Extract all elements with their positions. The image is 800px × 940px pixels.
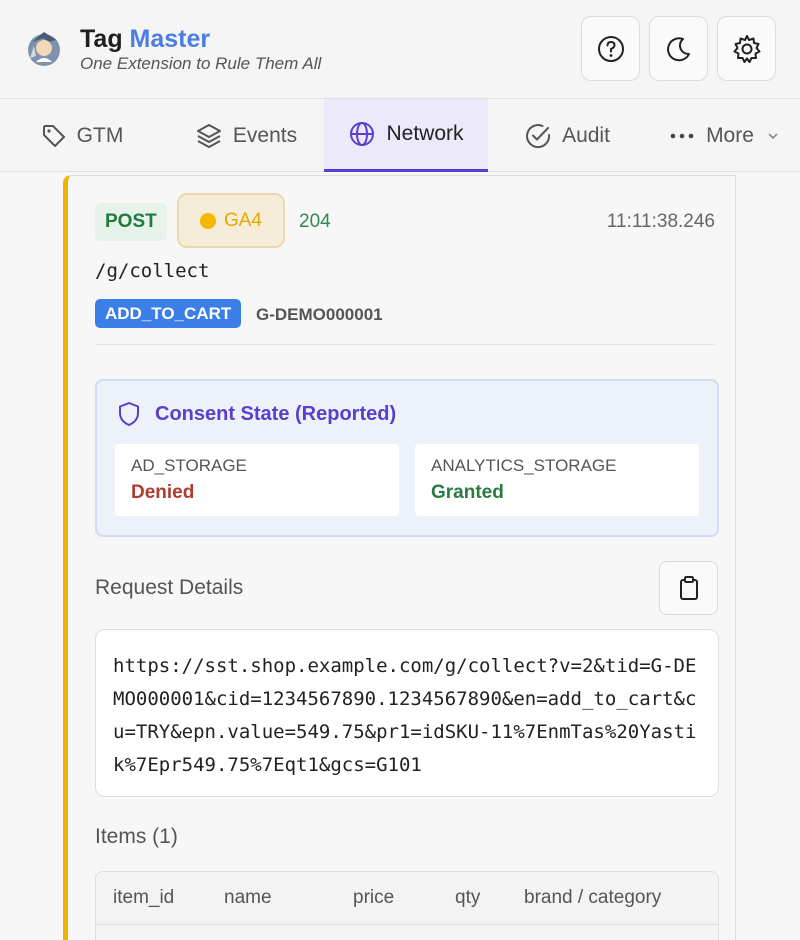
tab-more[interactable]: More [650,99,800,172]
tab-gtm[interactable]: GTM [18,99,146,172]
app-title-accent: Master [129,25,211,53]
column-header: brand / category [524,887,662,908]
tab-more-label: More [706,123,754,147]
items-title: Items (1) [95,825,178,848]
app-header: Tag Master One Extension to Rule Them Al… [0,0,800,99]
vendor-dot-icon [199,212,216,229]
consent-value: Denied [131,482,195,503]
event-badge: ADD_TO_CART [95,299,242,328]
theme-toggle-button[interactable] [649,16,708,81]
tab-events[interactable]: Events [176,99,316,172]
request-details-title: Request Details [95,576,244,599]
timestamp: 11:11:38.246 [606,211,715,232]
column-header: name [224,887,272,908]
table-divider [96,924,718,925]
tab-audit-label: Audit [562,123,610,147]
measurement-id: G-DEMO000001 [256,305,383,324]
tab-audit[interactable]: Audit [508,99,626,172]
tag-icon [42,124,65,147]
items-table: item_id name price qty brand / category [95,871,719,940]
tab-gtm-label: GTM [76,123,124,147]
chevron-down-icon [768,132,778,139]
help-circle-icon [597,35,624,62]
gear-icon [733,34,760,63]
layers-icon [196,123,221,148]
clipboard-icon [679,576,698,600]
consent-title: Consent State (Reported) [117,401,396,427]
consent-title-text: Consent State (Reported) [155,402,397,425]
status-code: 204 [299,211,331,232]
app-title-main: Tag [80,25,123,53]
consent-key: AD_STORAGE [131,456,247,475]
vendor-label: GA4 [223,209,263,231]
more-icon [670,133,694,138]
shield-icon [119,402,139,426]
tab-network-label: Network [386,122,464,145]
request-url: https://sst.shop.example.com/g/collect?v… [95,629,719,797]
settings-button[interactable] [717,16,776,81]
tab-bar: GTM Events Network Audit More [0,99,800,172]
divider [95,344,715,345]
tab-network[interactable]: Network [324,99,488,172]
app-title: Tag Master [80,25,210,54]
request-card[interactable]: POST GA4 204 11:11:38.246 /g/collect ADD… [63,175,736,940]
request-path: /g/collect [95,260,210,282]
app-subtitle: One Extension to Rule Them All [80,54,322,73]
consent-item-analytics-storage: ANALYTICS_STORAGE Granted [415,444,699,516]
consent-key: ANALYTICS_STORAGE [431,456,617,475]
tab-events-label: Events [232,123,298,147]
vendor-badge: GA4 [177,193,285,248]
method-badge: POST [95,203,167,241]
globe-icon [350,122,375,146]
consent-panel: Consent State (Reported) AD_STORAGE Deni… [95,379,719,537]
moon-icon [666,36,690,61]
column-header: item_id [113,887,175,908]
consent-value: Granted [431,482,504,503]
column-header: price [353,887,395,908]
copy-button[interactable] [659,561,718,615]
check-circle-icon [526,123,551,148]
consent-item-ad-storage: AD_STORAGE Denied [115,444,399,516]
help-button[interactable] [581,16,640,81]
column-header: qty [455,887,481,908]
logo-icon [28,32,60,66]
